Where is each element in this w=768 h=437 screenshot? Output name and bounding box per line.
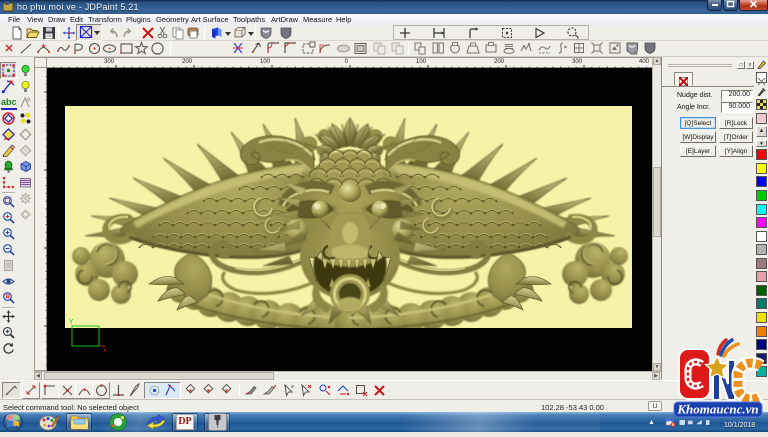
svg-text:x: x — [103, 347, 107, 352]
svg-text:Khomaucnc.vn: Khomaucnc.vn — [676, 402, 758, 417]
